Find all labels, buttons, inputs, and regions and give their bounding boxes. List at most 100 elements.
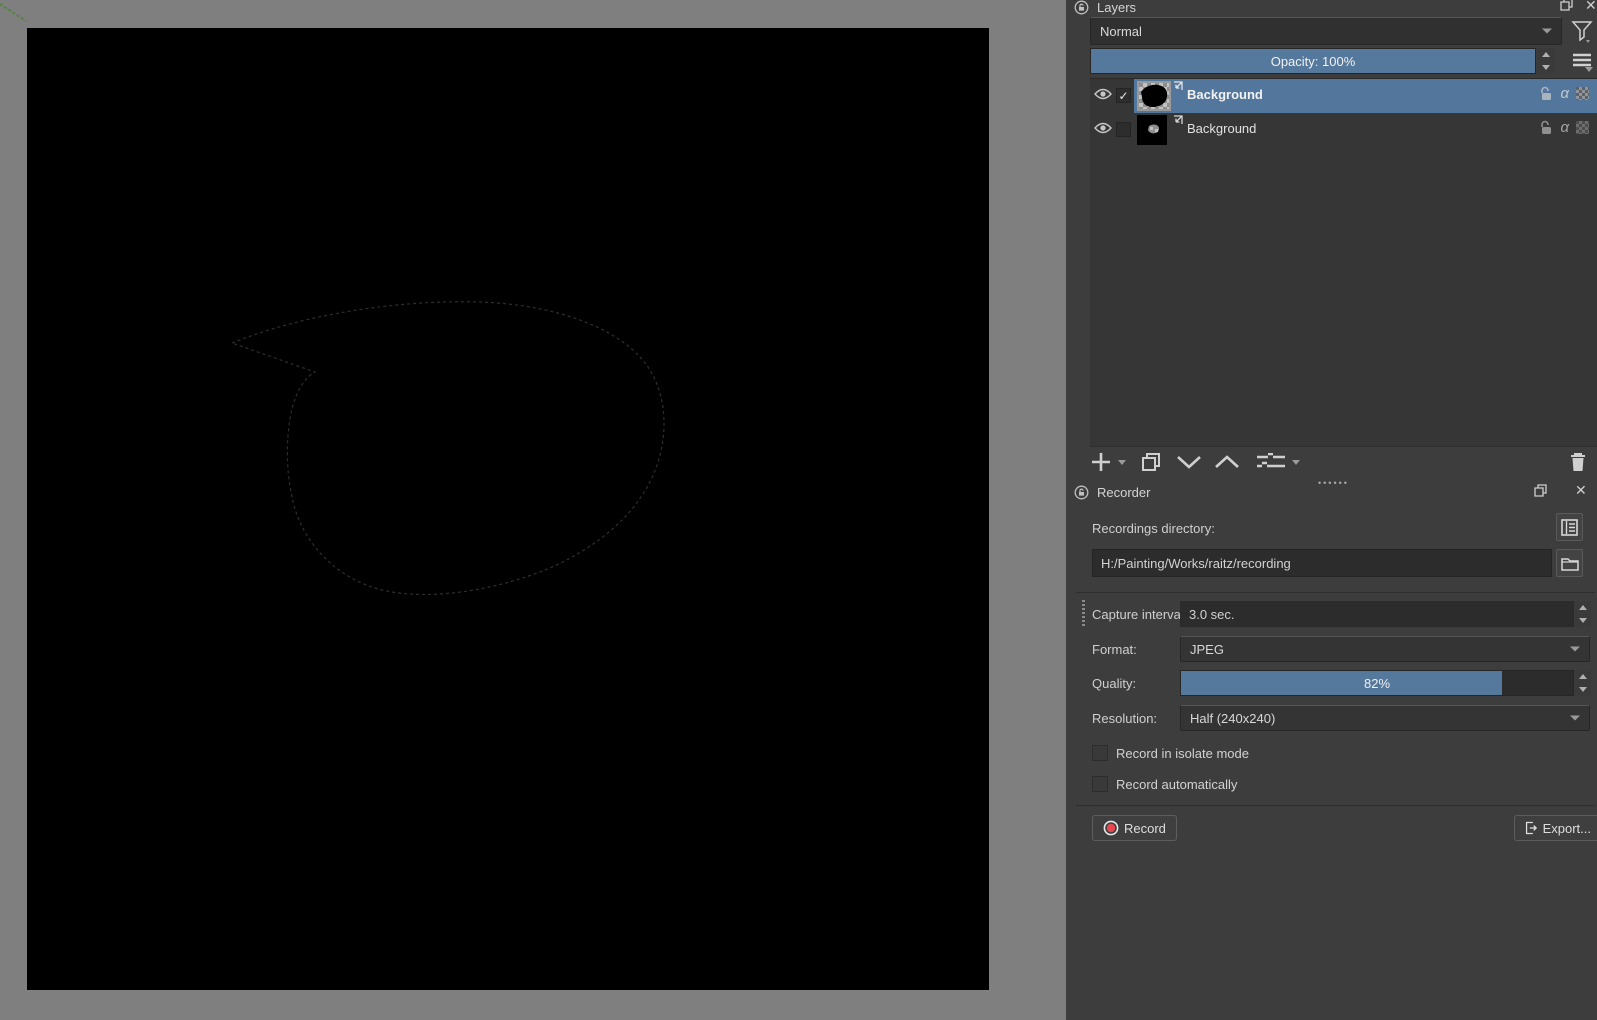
duplicate-layer-button[interactable]: [1140, 451, 1162, 473]
quality-slider[interactable]: 82%: [1180, 670, 1574, 696]
chevron-down-icon: [1542, 28, 1552, 34]
delete-layer-button[interactable]: [1569, 451, 1587, 473]
recordings-directory-input[interactable]: H:/Painting/Works/raitz/recording: [1092, 549, 1552, 577]
spin-up-icon[interactable]: [1574, 670, 1591, 683]
recordings-list-button[interactable]: [1556, 513, 1583, 541]
canvas-area[interactable]: [0, 0, 1066, 1020]
layer-row-background-2[interactable]: Background α: [1090, 113, 1597, 147]
record-icon: [1103, 820, 1119, 836]
properties-menu-arrow[interactable]: [1292, 459, 1300, 465]
layers-docker-header: Layers: [1074, 0, 1137, 15]
layer-style-badge-icon: [1174, 81, 1183, 90]
alpha-icon[interactable]: α: [1560, 86, 1569, 101]
spin-up-icon[interactable]: [1537, 48, 1554, 61]
docker-splitter-handle[interactable]: ••••••: [1318, 478, 1349, 488]
move-layer-down-button[interactable]: [1176, 454, 1202, 470]
spin-up-icon[interactable]: [1574, 601, 1591, 614]
assistant-guide-line: [0, 3, 27, 22]
inherit-alpha-icon[interactable]: [1576, 121, 1589, 134]
export-button-label: Export...: [1542, 820, 1591, 836]
trash-icon: [1571, 453, 1585, 471]
quality-slider-label: 82%: [1363, 675, 1391, 691]
layer-filter-button[interactable]: [1569, 18, 1595, 44]
opacity-spinner[interactable]: [1537, 48, 1554, 74]
record-automatically-checkbox-row[interactable]: Record automatically: [1092, 776, 1237, 792]
recorder-float-icon[interactable]: [1534, 484, 1547, 497]
move-layer-up-button[interactable]: [1214, 454, 1240, 470]
plus-icon: [1092, 453, 1110, 471]
duplicate-icon: [1142, 453, 1160, 471]
layer-style-badge-icon: [1174, 115, 1183, 124]
add-layer-button[interactable]: [1090, 451, 1112, 473]
resolution-label: Resolution:: [1092, 711, 1158, 726]
resolution-dropdown[interactable]: Half (240x240): [1180, 705, 1590, 731]
record-isolate-checkbox-row[interactable]: Record in isolate mode: [1092, 745, 1249, 761]
add-layer-menu-arrow[interactable]: [1118, 459, 1126, 465]
record-isolate-label: Record in isolate mode: [1116, 745, 1249, 761]
blend-mode-dropdown[interactable]: Normal: [1090, 17, 1562, 45]
inherit-alpha-icon[interactable]: [1576, 87, 1589, 100]
format-dropdown[interactable]: JPEG: [1180, 636, 1590, 662]
layers-float-icon[interactable]: [1560, 0, 1573, 11]
lock-open-icon[interactable]: [1539, 86, 1553, 101]
funnel-icon: [1571, 21, 1593, 43]
checkbox-unchecked[interactable]: [1092, 776, 1108, 792]
quality-label: Quality:: [1092, 676, 1137, 691]
quality-spinner[interactable]: [1574, 670, 1591, 696]
properties-sliders-icon: [1257, 453, 1285, 468]
record-automatically-label: Record automatically: [1116, 776, 1238, 792]
canvas-viewport[interactable]: [0, 0, 1066, 1020]
layer-thumbnail[interactable]: [1137, 81, 1171, 111]
record-list-icon: [1561, 518, 1578, 536]
export-icon: [1525, 821, 1538, 835]
format-value: JPEG: [1190, 641, 1224, 657]
spin-down-icon[interactable]: [1537, 61, 1554, 74]
folder-icon: [1560, 557, 1579, 571]
hamburger-icon: [1573, 53, 1591, 66]
canvas-document[interactable]: [27, 28, 989, 990]
visibility-eye-icon[interactable]: [1094, 121, 1112, 135]
format-label: Format:: [1092, 642, 1137, 657]
opacity-slider[interactable]: Opacity: 100%: [1090, 48, 1536, 74]
record-button-label: Record: [1124, 820, 1166, 836]
layer-name[interactable]: Background: [1187, 121, 1256, 136]
chevron-down-icon: [1585, 66, 1593, 72]
spin-down-icon[interactable]: [1574, 683, 1591, 696]
layer-list: ✓ Background α Background α: [1090, 78, 1597, 447]
capture-interval-spinner[interactable]: [1574, 601, 1591, 627]
recorder-docker-header: Recorder: [1074, 483, 1150, 501]
layer-options-button[interactable]: [1569, 50, 1595, 74]
layers-docker-title: Layers: [1097, 0, 1137, 15]
capture-interval-spinbox[interactable]: 3.0 sec.: [1180, 601, 1574, 627]
krita-window: { "layers": { "title": "Layers", "blend_…: [0, 0, 1597, 1020]
layer-checkbox[interactable]: ✓: [1116, 88, 1131, 103]
browse-folder-button[interactable]: [1556, 549, 1583, 577]
opacity-slider-label: Opacity: 100%: [1270, 53, 1356, 69]
layer-properties-button[interactable]: [1256, 453, 1286, 471]
layer-thumbnail[interactable]: [1137, 115, 1167, 145]
recordings-directory-value: H:/Painting/Works/raitz/recording: [1101, 555, 1291, 571]
layers-close-icon[interactable]: ✕: [1585, 0, 1597, 14]
docker-panel: Layers ✕ Normal Opacity: 100% ✓ Backgrou…: [1066, 0, 1597, 1020]
resolution-value: Half (240x240): [1190, 710, 1276, 726]
spin-down-icon[interactable]: [1574, 614, 1591, 627]
record-button[interactable]: Record: [1092, 815, 1177, 841]
lock-open-icon[interactable]: [1539, 120, 1553, 135]
docker-lock-icon: [1074, 485, 1089, 499]
blend-mode-value: Normal: [1100, 23, 1142, 39]
recorder-docker-title: Recorder: [1097, 484, 1151, 500]
capture-interval-drag-handle[interactable]: [1082, 600, 1085, 626]
layers-toolbar: [1090, 447, 1597, 477]
recordings-directory-label: Recordings directory:: [1092, 521, 1215, 536]
chevron-down-icon: [1177, 456, 1201, 469]
layer-checkbox[interactable]: [1116, 122, 1131, 137]
recorder-close-icon[interactable]: ✕: [1575, 482, 1587, 499]
export-button[interactable]: Export...: [1514, 815, 1597, 841]
alpha-icon[interactable]: α: [1560, 120, 1569, 135]
layer-row-background-1[interactable]: ✓ Background α: [1090, 79, 1597, 113]
visibility-eye-icon[interactable]: [1094, 87, 1112, 101]
checkbox-unchecked[interactable]: [1092, 745, 1108, 761]
layer-name[interactable]: Background: [1187, 87, 1263, 102]
divider: [1076, 592, 1595, 593]
docker-lock-icon: [1074, 0, 1089, 14]
